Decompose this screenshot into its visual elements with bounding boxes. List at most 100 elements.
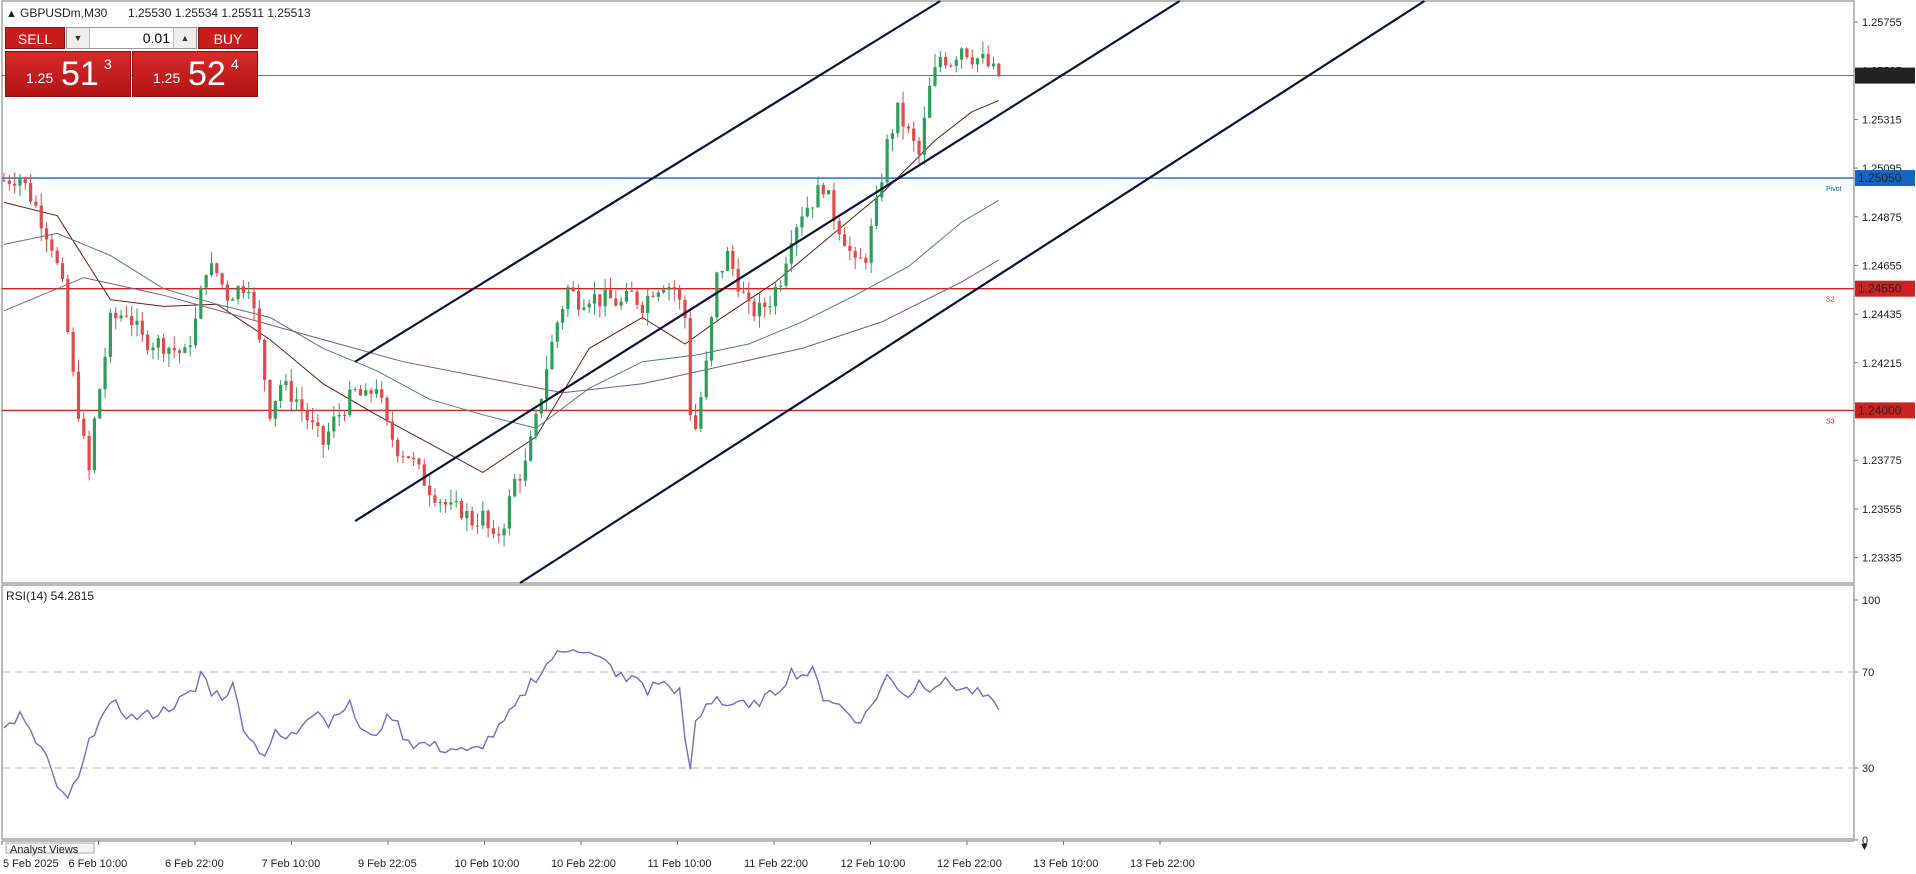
rsi-tick-label: 30 — [1862, 763, 1874, 775]
chart-ohlc-values: 1.25530 1.25534 1.25511 1.25513 — [128, 6, 311, 20]
time-tick-label: 5 Feb 2025 — [3, 858, 59, 870]
candle-body — [273, 401, 277, 419]
rsi-tick-label: 70 — [1862, 667, 1874, 679]
buy-price-prefix: 1.25 — [153, 70, 181, 86]
candle-body — [23, 177, 27, 184]
candle-body — [608, 289, 613, 299]
candle-body — [869, 225, 873, 263]
candle-body — [140, 320, 144, 335]
lot-decrease-icon[interactable]: ▼ — [67, 28, 90, 48]
time-tick-label: 7 Feb 10:00 — [262, 858, 321, 870]
time-tick-label: 10 Feb 22:00 — [551, 858, 616, 870]
lot-size-input[interactable] — [90, 28, 174, 48]
candle-body — [997, 63, 1001, 76]
buy-button[interactable]: BUY — [198, 27, 258, 49]
candle-body — [592, 294, 597, 304]
candle-body — [779, 285, 783, 287]
collapse-panel-icon[interactable]: ▼ — [1859, 841, 1870, 853]
candle-body — [225, 284, 230, 301]
moving-average-3 — [3, 259, 1000, 394]
candle-body — [401, 456, 405, 458]
candle-body — [890, 133, 895, 139]
candle-body — [800, 216, 804, 228]
candle-body — [651, 295, 655, 297]
candle-body — [449, 502, 453, 505]
channel-line-2[interactable] — [354, 0, 1181, 522]
candle-body — [454, 501, 458, 503]
buy-price-button[interactable]: 1.25 52 4 — [132, 51, 258, 97]
candle-body — [396, 439, 400, 457]
time-tick-label: 11 Feb 10:00 — [648, 858, 712, 870]
candle-body — [571, 287, 575, 292]
candle-body — [7, 180, 11, 184]
level-tag-s3: S3 — [1826, 418, 1835, 425]
candle-body — [811, 207, 815, 209]
sell-price-button[interactable]: 1.25 51 3 — [5, 51, 131, 97]
candle-body — [87, 435, 91, 471]
candle-body — [678, 289, 682, 300]
price-tick-label: 1.24655 — [1862, 260, 1902, 272]
level-label-current: 1.25513 — [1858, 69, 1902, 83]
sell-price-prefix: 1.25 — [26, 70, 54, 86]
candle-body — [773, 286, 777, 307]
lot-size-stepper[interactable]: ▼ ▲ — [66, 27, 197, 49]
candle-body — [858, 257, 863, 259]
candle-body — [417, 458, 421, 465]
candle-body — [545, 369, 549, 399]
level-tag-s2: S2 — [1826, 297, 1835, 304]
candle-body — [640, 304, 644, 313]
candle-body — [821, 185, 825, 195]
candle-body — [949, 65, 953, 67]
candle-body — [928, 85, 932, 118]
trading-chart[interactable]: ▲ GBPUSDm,M30 1.25530 1.25534 1.25511 1.… — [0, 0, 1916, 874]
candle-body — [156, 338, 160, 348]
candle-body — [747, 292, 751, 302]
candle-body — [566, 287, 570, 310]
candle-body — [646, 295, 650, 313]
candle-body — [725, 251, 730, 271]
candle-body — [268, 379, 272, 419]
candle-body — [827, 190, 831, 195]
candle-body — [353, 389, 357, 391]
candle-body — [683, 299, 687, 319]
candle-body — [906, 126, 910, 129]
candle-body — [13, 183, 17, 186]
candle-body — [241, 286, 245, 294]
candle-body — [358, 389, 363, 396]
candle-body — [66, 279, 70, 333]
candle-body — [82, 418, 86, 436]
candle-body — [720, 270, 724, 273]
channel-line-3[interactable] — [519, 0, 1426, 584]
candle-body — [975, 58, 980, 65]
candle-body — [443, 501, 448, 505]
price-tick-label: 1.25755 — [1862, 17, 1902, 29]
candle-body — [960, 48, 964, 60]
chart-symbol-label: GBPUSDm,M30 — [20, 6, 108, 20]
candle-body — [694, 415, 698, 429]
candle-body — [842, 234, 847, 246]
time-tick-label: 11 Feb 22:00 — [744, 858, 808, 870]
candle-body — [523, 460, 527, 481]
sell-price-big: 51 — [61, 55, 99, 93]
candle-body — [555, 322, 559, 342]
candle-body — [741, 291, 746, 293]
candle-body — [598, 294, 602, 307]
candle-body — [917, 140, 921, 155]
candle-body — [428, 485, 432, 496]
candle-body — [146, 334, 150, 351]
time-tick-label: 6 Feb 22:00 — [165, 858, 224, 870]
price-tick-label: 1.23555 — [1862, 504, 1902, 516]
level-label-s3: 1.24000 — [1858, 403, 1902, 417]
sell-button[interactable]: SELL — [5, 27, 65, 49]
candle-body — [475, 525, 480, 527]
buy-price-big: 52 — [188, 55, 226, 93]
one-click-trading-panel: SELL ▼ ▲ BUY 1.25 51 3 1.25 52 4 — [5, 27, 258, 97]
candlestick-series — [2, 41, 1001, 547]
sell-price-fraction: 3 — [104, 56, 112, 72]
price-tick-label: 1.23775 — [1862, 455, 1902, 467]
lot-increase-icon[interactable]: ▲ — [173, 28, 196, 48]
candle-body — [630, 290, 634, 292]
candle-body — [709, 317, 714, 361]
moving-average-lines — [3, 100, 1000, 473]
candle-body — [374, 389, 378, 394]
